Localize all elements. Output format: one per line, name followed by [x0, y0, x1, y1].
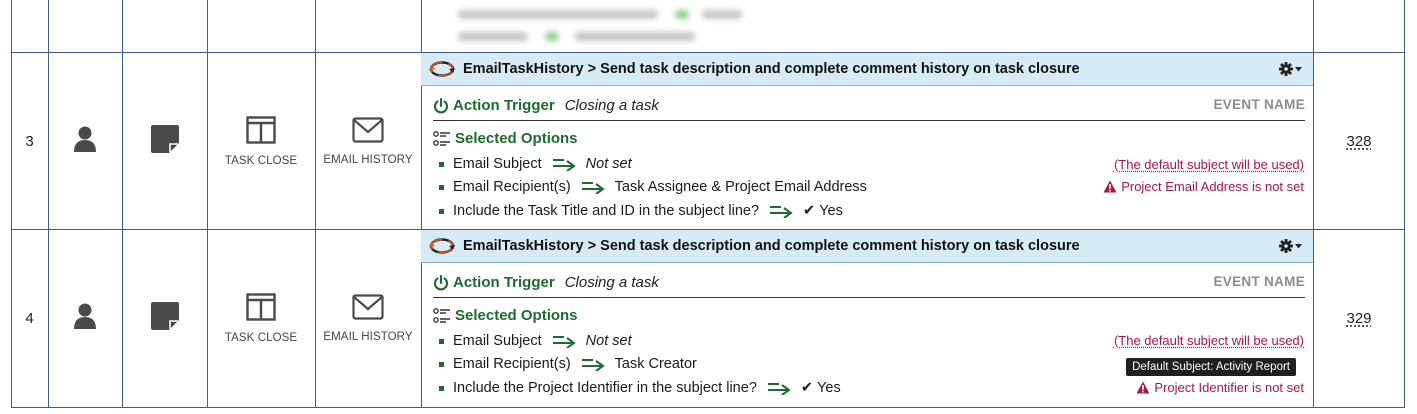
checkmark-icon: ✔ — [803, 203, 816, 219]
action-type: EMAIL HISTORY — [323, 294, 413, 343]
refresh-icon — [429, 60, 455, 78]
option-value: Not set — [585, 333, 632, 349]
action-type: EMAIL HISTORY — [323, 116, 413, 166]
option-value: Yes — [817, 380, 841, 396]
option-value: Task Creator — [614, 356, 697, 372]
action-trigger-row: Action Trigger Closing a task EVENT NAME — [433, 268, 1305, 298]
option-item: Email Subject Not set — [439, 156, 632, 172]
action-type-label: EMAIL HISTORY — [323, 153, 413, 166]
power-icon — [433, 97, 449, 114]
option-item: Include the Task Title and ID in the sub… — [439, 203, 843, 219]
selected-options-header: Selected Options — [433, 307, 578, 324]
row-number: 3 — [25, 132, 34, 150]
trigger-type-label: TASK CLOSE — [224, 154, 298, 167]
arrow-right-icon — [581, 180, 605, 194]
option-item: Email Recipient(s) Task Creator — [439, 356, 697, 372]
arrow-right-icon — [552, 157, 576, 171]
option-item: Include the Project Identifier in the su… — [439, 380, 841, 396]
arrow-right-icon — [767, 381, 791, 395]
tooltip: Default Subject: Activity Report — [1126, 358, 1296, 376]
user-icon[interactable] — [73, 302, 97, 335]
table-row: 4 TASK CLOSE EMAIL HISTORY EmailTaskHist… — [11, 230, 1405, 407]
checklist-icon — [433, 307, 451, 324]
action-detail-panel: EmailTaskHistory > Send task description… — [421, 53, 1313, 229]
user-icon[interactable] — [73, 125, 97, 158]
warning-text: Project Email Address is not set — [1121, 179, 1304, 194]
action-trigger-value: Closing a task — [564, 97, 659, 114]
action-title: EmailTaskHistory > Send task description… — [463, 238, 1080, 254]
row-number: 4 — [25, 310, 34, 327]
warning-message: Project Email Address is not set — [1103, 179, 1304, 194]
action-trigger-label: Action Trigger — [453, 97, 555, 114]
event-name-label: EVENT NAME — [1213, 274, 1305, 289]
option-item: Email Subject Not set — [439, 333, 632, 349]
option-value: Task Assignee & Project Email Address — [614, 179, 867, 195]
default-subject-note[interactable]: (The default subject will be used) — [1114, 157, 1304, 172]
option-label: Email Subject — [453, 333, 542, 349]
action-title-bar: EmailTaskHistory > Send task description… — [421, 53, 1313, 86]
record-link[interactable]: 328 — [1346, 133, 1371, 150]
selected-options-label: Selected Options — [455, 307, 578, 324]
gear-icon[interactable] — [1279, 238, 1303, 254]
option-label: Email Recipient(s) — [453, 179, 571, 195]
event-name-label: EVENT NAME — [1213, 97, 1305, 112]
option-label: Include the Project Identifier in the su… — [453, 380, 757, 396]
arrow-right-icon — [581, 357, 605, 371]
trigger-type: TASK CLOSE — [224, 115, 298, 167]
action-trigger-label: Action Trigger — [453, 274, 555, 291]
power-icon — [433, 274, 449, 291]
trigger-type: TASK CLOSE — [225, 293, 297, 344]
option-label: Email Subject — [453, 156, 542, 172]
option-label: Email Recipient(s) — [453, 356, 571, 372]
note-icon[interactable] — [150, 301, 180, 336]
columns-icon — [246, 115, 276, 149]
selected-options-header: Selected Options — [433, 130, 578, 147]
warning-icon — [1103, 180, 1117, 193]
action-trigger-row: Action Trigger Closing a task EVENT NAME — [433, 91, 1305, 121]
option-value: Not set — [585, 156, 632, 172]
warning-message: Project Identifier is not set — [1136, 380, 1304, 395]
option-label: Include the Task Title and ID in the sub… — [453, 203, 760, 219]
action-detail-panel: EmailTaskHistory > Send task description… — [421, 230, 1313, 407]
gear-icon[interactable] — [1279, 61, 1303, 77]
action-title-bar: EmailTaskHistory > Send task description… — [421, 230, 1313, 263]
previous-row-blurred-content — [450, 0, 770, 50]
warning-text: Project Identifier is not set — [1154, 380, 1304, 395]
option-value: Yes — [819, 203, 843, 219]
trigger-type-label: TASK CLOSE — [224, 332, 298, 344]
record-link[interactable]: 329 — [1346, 310, 1371, 327]
envelope-icon — [352, 294, 384, 325]
warning-icon — [1136, 381, 1150, 394]
refresh-icon — [429, 237, 455, 255]
columns-icon — [246, 293, 276, 326]
selected-options-label: Selected Options — [455, 130, 578, 147]
arrow-right-icon — [769, 204, 793, 218]
table-row: 3 TASK CLOSE EMAIL HISTORY EmailTaskHist… — [11, 53, 1405, 229]
checkmark-icon: ✔ — [800, 380, 814, 396]
envelope-icon — [352, 116, 384, 148]
note-icon[interactable] — [150, 124, 180, 159]
arrow-right-icon — [552, 334, 576, 348]
option-item: Email Recipient(s) Task Assignee & Proje… — [439, 179, 867, 195]
default-subject-note[interactable]: (The default subject will be used) — [1114, 333, 1304, 348]
checklist-icon — [433, 130, 451, 147]
action-title: EmailTaskHistory > Send task description… — [463, 61, 1080, 77]
action-type-label: EMAIL HISTORY — [323, 331, 413, 343]
action-trigger-value: Closing a task — [564, 274, 659, 291]
